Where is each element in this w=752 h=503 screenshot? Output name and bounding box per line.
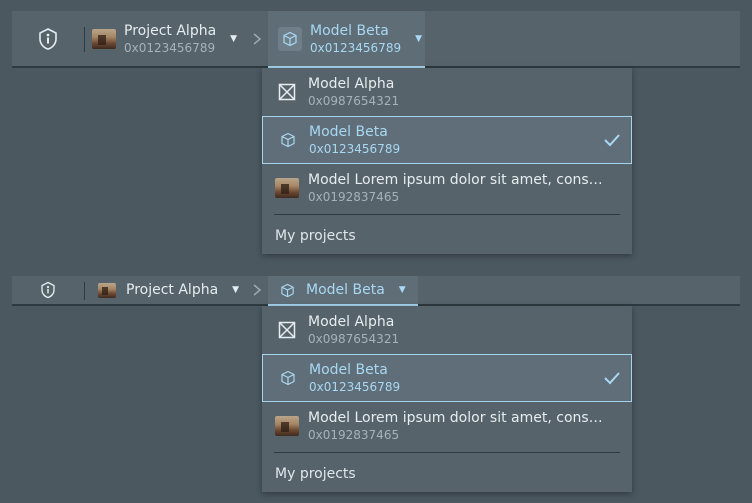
- item-name: Model Alpha: [308, 76, 395, 92]
- model-thumbnail: [275, 416, 299, 436]
- item-id: 0x0192837465: [308, 428, 400, 442]
- item-id: 0x0123456789: [309, 380, 401, 394]
- dropdown-item-model-alpha[interactable]: Model Alpha 0x0987654321: [262, 68, 632, 116]
- project-name: Project Alpha: [126, 282, 219, 298]
- caret-down-icon: ▼: [232, 285, 240, 295]
- model-selector[interactable]: Model Beta 0x0123456789 ▼: [268, 11, 425, 68]
- item-id: 0x0987654321: [308, 94, 400, 108]
- cube-icon: [275, 130, 301, 150]
- dropdown-item-model-beta[interactable]: Model Beta 0x0123456789: [262, 116, 632, 164]
- model-name: Model Beta: [306, 282, 385, 298]
- item-id: 0x0123456789: [309, 142, 401, 156]
- item-name: Model Lorem ipsum dolor sit amet, consec…: [308, 410, 608, 426]
- cube-icon: [278, 26, 302, 51]
- separator: [84, 27, 85, 52]
- caret-down-icon: ▼: [398, 285, 406, 295]
- project-thumbnail: [98, 282, 116, 298]
- dropdown-item-model-alpha[interactable]: Model Alpha 0x0987654321: [262, 306, 632, 354]
- chevron-right-icon: [252, 276, 262, 304]
- info-button[interactable]: [12, 11, 84, 66]
- checkmark-icon: [604, 134, 620, 147]
- item-name: Model Beta: [309, 124, 388, 140]
- model-dropdown: Model Alpha 0x0987654321 Model Beta 0x01…: [262, 306, 632, 492]
- item-id: 0x0987654321: [308, 332, 400, 346]
- item-name: Model Beta: [309, 362, 388, 378]
- model-selector[interactable]: Model Beta ▼: [268, 276, 418, 306]
- dropdown-item-model-beta[interactable]: Model Beta 0x0123456789: [262, 354, 632, 402]
- dropdown-divider: [274, 452, 620, 453]
- checkmark-icon: [604, 372, 620, 385]
- breadcrumb-bar-large: Project Alpha 0x0123456789 ▼ Model Beta …: [12, 11, 740, 68]
- item-name: Model Lorem ipsum dolor sit amet, consec…: [308, 172, 608, 188]
- dropdown-divider: [274, 214, 620, 215]
- info-button[interactable]: [12, 276, 84, 304]
- model-dropdown: Model Alpha 0x0987654321 Model Beta 0x01…: [262, 68, 632, 254]
- model-name: Model Beta: [310, 22, 389, 39]
- item-id: 0x0192837465: [308, 190, 400, 204]
- model-id: 0x0123456789: [310, 40, 402, 55]
- caret-down-icon: ▼: [230, 33, 238, 44]
- project-thumbnail: [92, 28, 116, 49]
- separator: [84, 282, 85, 300]
- my-projects-link[interactable]: My projects: [275, 466, 356, 482]
- item-name: Model Alpha: [308, 314, 395, 330]
- cube-icon: [278, 281, 296, 299]
- info-shield-icon: [39, 27, 57, 50]
- my-projects-link[interactable]: My projects: [275, 228, 356, 244]
- chevron-right-icon: [252, 11, 262, 66]
- project-name: Project Alpha: [124, 22, 217, 39]
- project-selector[interactable]: Project Alpha ▼: [98, 276, 239, 304]
- dropdown-item-model-lorem[interactable]: Model Lorem ipsum dolor sit amet, consec…: [262, 402, 632, 450]
- model-crossed-box-icon: [274, 82, 300, 102]
- project-id: 0x0123456789: [124, 40, 216, 55]
- cube-icon: [275, 368, 301, 388]
- dropdown-item-model-lorem[interactable]: Model Lorem ipsum dolor sit amet, consec…: [262, 164, 632, 212]
- model-crossed-box-icon: [274, 320, 300, 340]
- project-selector[interactable]: Project Alpha 0x0123456789 ▼: [92, 11, 237, 66]
- model-thumbnail: [275, 178, 299, 198]
- breadcrumb-bar-compact: Project Alpha ▼ Model Beta ▼: [12, 276, 740, 306]
- info-shield-icon: [41, 281, 55, 299]
- caret-down-icon: ▼: [415, 33, 423, 44]
